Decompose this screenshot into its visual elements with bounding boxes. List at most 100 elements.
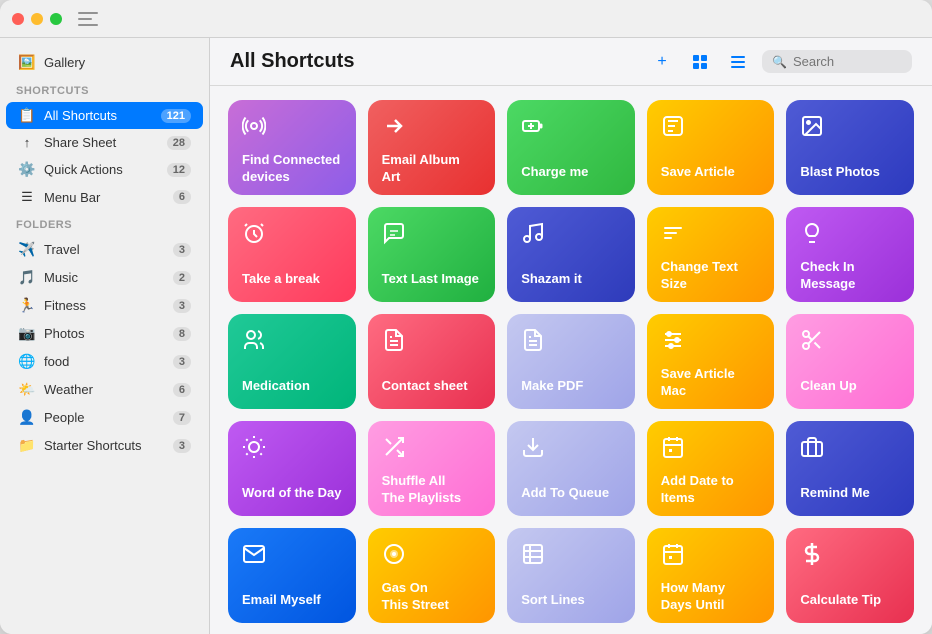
sidebar-item-share-sheet[interactable]: ↑ Share Sheet 28	[6, 130, 203, 155]
close-button[interactable]	[12, 13, 24, 25]
shortcut-card-add-to-queue[interactable]: Add To Queue	[507, 421, 635, 516]
sidebar-item-quick-actions[interactable]: ⚙️ Quick Actions 12	[6, 156, 203, 183]
card-icon-shazam-it	[521, 221, 621, 251]
card-icon-blast-photos	[800, 114, 900, 144]
card-icon-add-date-to-items	[661, 435, 761, 465]
people-label: People	[44, 410, 165, 425]
shortcut-card-how-many-days[interactable]: How ManyDays Until	[647, 528, 775, 623]
shortcut-card-shazam-it[interactable]: Shazam it	[507, 207, 635, 302]
maximize-button[interactable]	[50, 13, 62, 25]
card-icon-make-pdf	[521, 328, 621, 358]
share-sheet-label: Share Sheet	[44, 135, 159, 150]
search-input[interactable]	[793, 54, 893, 69]
shortcut-card-word-of-the-day[interactable]: Word of the Day	[228, 421, 356, 516]
card-label-remind-me: Remind Me	[800, 485, 900, 502]
minimize-button[interactable]	[31, 13, 43, 25]
shortcut-card-blast-photos[interactable]: Blast Photos	[786, 100, 914, 195]
all-shortcuts-icon: 📋	[18, 107, 36, 124]
all-shortcuts-label: All Shortcuts	[44, 108, 153, 123]
shortcut-card-remind-me[interactable]: Remind Me	[786, 421, 914, 516]
shortcut-card-save-article-mac[interactable]: Save Article Mac	[647, 314, 775, 409]
card-icon-change-text-size	[661, 221, 761, 251]
card-icon-check-in-message	[800, 221, 900, 251]
shortcut-card-add-date-to-items[interactable]: Add Date to Items	[647, 421, 775, 516]
quick-actions-badge: 12	[167, 163, 191, 177]
card-icon-gas-on-street	[382, 542, 482, 572]
card-icon-calculate-tip	[800, 542, 900, 572]
shortcut-card-email-album-art[interactable]: Email Album Art	[368, 100, 496, 195]
sidebar-item-weather[interactable]: 🌤️ Weather 6	[6, 376, 203, 403]
card-icon-save-article-mac	[661, 328, 761, 358]
add-shortcut-button[interactable]: +	[648, 48, 676, 76]
card-icon-take-a-break	[242, 221, 342, 251]
sidebar-item-food[interactable]: 🌐 food 3	[6, 348, 203, 375]
shortcut-card-take-a-break[interactable]: Take a break	[228, 207, 356, 302]
card-label-shuffle-playlists: Shuffle AllThe Playlists	[382, 473, 482, 507]
list-view-button[interactable]	[724, 48, 752, 76]
search-icon: 🔍	[772, 55, 787, 69]
shortcut-card-find-connected[interactable]: Find Connecteddevices	[228, 100, 356, 195]
weather-icon: 🌤️	[18, 381, 36, 398]
card-label-email-myself: Email Myself	[242, 592, 342, 609]
card-label-word-of-the-day: Word of the Day	[242, 485, 342, 502]
shortcut-card-calculate-tip[interactable]: Calculate Tip	[786, 528, 914, 623]
panel-header: All Shortcuts +	[210, 38, 932, 86]
shortcut-card-email-myself[interactable]: Email Myself	[228, 528, 356, 623]
shortcut-card-sort-lines[interactable]: Sort Lines	[507, 528, 635, 623]
starter-icon: 📁	[18, 437, 36, 454]
card-label-save-article-mac: Save Article Mac	[661, 366, 761, 400]
right-panel: All Shortcuts +	[210, 38, 932, 634]
photos-badge: 8	[173, 327, 191, 341]
sidebar-item-starter[interactable]: 📁 Starter Shortcuts 3	[6, 432, 203, 459]
people-badge: 7	[173, 411, 191, 425]
card-label-charge-me: Charge me	[521, 164, 621, 181]
card-label-change-text-size: Change Text Size	[661, 259, 761, 293]
fitness-badge: 3	[173, 299, 191, 313]
menu-bar-label: Menu Bar	[44, 190, 165, 205]
sidebar-item-all-shortcuts[interactable]: 📋 All Shortcuts 121	[6, 102, 203, 129]
card-label-text-last-image: Text Last Image	[382, 271, 482, 288]
card-icon-clean-up	[800, 328, 900, 358]
card-label-gas-on-street: Gas OnThis Street	[382, 580, 482, 614]
share-sheet-icon: ↑	[18, 135, 36, 150]
shortcut-card-make-pdf[interactable]: Make PDF	[507, 314, 635, 409]
shortcut-card-charge-me[interactable]: Charge me	[507, 100, 635, 195]
shortcut-card-contact-sheet[interactable]: Contact sheet	[368, 314, 496, 409]
sidebar-item-menu-bar[interactable]: ☰ Menu Bar 6	[6, 184, 203, 210]
search-box: 🔍	[762, 50, 912, 73]
shortcut-card-check-in-message[interactable]: Check InMessage	[786, 207, 914, 302]
sidebar-item-gallery[interactable]: 🖼️ Gallery	[6, 49, 203, 76]
card-icon-remind-me	[800, 435, 900, 465]
shortcut-card-clean-up[interactable]: Clean Up	[786, 314, 914, 409]
card-icon-find-connected	[242, 114, 342, 144]
fitness-icon: 🏃	[18, 297, 36, 314]
shortcut-card-save-article[interactable]: Save Article	[647, 100, 775, 195]
sidebar-item-photos[interactable]: 📷 Photos 8	[6, 320, 203, 347]
menu-bar-badge: 6	[173, 190, 191, 204]
sidebar-item-people[interactable]: 👤 People 7	[6, 404, 203, 431]
shortcut-card-text-last-image[interactable]: Text Last Image	[368, 207, 496, 302]
card-icon-email-album-art	[382, 114, 482, 144]
shortcut-card-medication[interactable]: Medication	[228, 314, 356, 409]
panel-title: All Shortcuts	[230, 50, 636, 73]
share-sheet-badge: 28	[167, 136, 191, 150]
shortcuts-section-label: Shortcuts	[0, 77, 209, 101]
card-icon-sort-lines	[521, 542, 621, 572]
card-icon-word-of-the-day	[242, 435, 342, 465]
card-icon-medication	[242, 328, 342, 358]
sidebar-item-fitness[interactable]: 🏃 Fitness 3	[6, 292, 203, 319]
card-label-clean-up: Clean Up	[800, 378, 900, 395]
travel-badge: 3	[173, 243, 191, 257]
card-label-blast-photos: Blast Photos	[800, 164, 900, 181]
folders-section-label: Folders	[0, 211, 209, 235]
shortcut-card-change-text-size[interactable]: Change Text Size	[647, 207, 775, 302]
sidebar-item-music[interactable]: 🎵 Music 2	[6, 264, 203, 291]
sidebar-item-travel[interactable]: ✈️ Travel 3	[6, 236, 203, 263]
photos-icon: 📷	[18, 325, 36, 342]
titlebar	[0, 0, 932, 38]
header-actions: +	[648, 48, 912, 76]
grid-view-button[interactable]	[686, 48, 714, 76]
shortcut-card-shuffle-playlists[interactable]: Shuffle AllThe Playlists	[368, 421, 496, 516]
sidebar-toggle-button[interactable]	[78, 12, 98, 26]
shortcut-card-gas-on-street[interactable]: Gas OnThis Street	[368, 528, 496, 623]
